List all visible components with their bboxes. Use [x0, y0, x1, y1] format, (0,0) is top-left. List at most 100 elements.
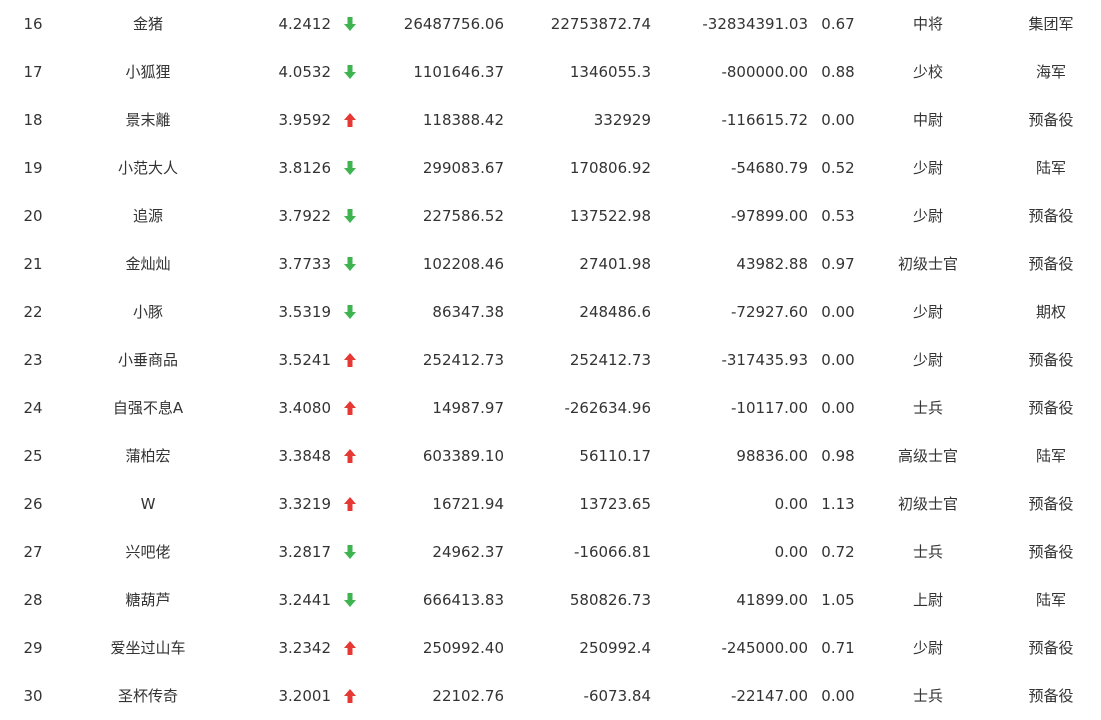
name-cell: 小垂商品	[117, 351, 178, 369]
table-row[interactable]: 29 爱坐过山车 3.2342 250992.40 250992.4 -245000.00…	[0, 624, 1101, 672]
rank-cell: 24	[23, 399, 43, 417]
ratio-cell: 0.72	[821, 543, 855, 561]
title-cell: 初级士官	[897, 255, 958, 273]
title-cell: 初级士官	[897, 495, 958, 513]
title-cell: 少尉	[912, 159, 943, 177]
value3-cell: -32834391.03	[702, 15, 808, 33]
table-row[interactable]: 18 景末離 3.9592 118388.42 332929 -116615.72 0.00…	[0, 96, 1101, 144]
table-row[interactable]: 22 小豚 3.5319 86347.38 248486.6 -72927.60 0.00 少…	[0, 288, 1101, 336]
table-row[interactable]: 19 小范大人 3.8126 299083.67 170806.92 -54680.79 0…	[0, 144, 1101, 192]
name-cell: 爱坐过山车	[110, 639, 186, 657]
value3-cell: -116615.72	[721, 111, 808, 129]
arrow-down-icon	[341, 192, 359, 240]
table-row[interactable]: 25 蒲柏宏 3.3848 603389.10 56110.17 98836.00 0.98…	[0, 432, 1101, 480]
ratio-cell: 0.00	[821, 687, 855, 705]
score-cell: 3.5241	[278, 351, 332, 369]
category-cell: 预备役	[1028, 399, 1074, 417]
name-cell: 追源	[132, 207, 163, 225]
rank-cell: 27	[23, 543, 43, 561]
category-cell: 预备役	[1028, 351, 1074, 369]
table-row[interactable]: 17 小狐狸 4.0532 1101646.37 1346055.3 -800000.00…	[0, 48, 1101, 96]
score-cell: 3.5319	[278, 303, 332, 321]
rank-cell: 26	[23, 495, 43, 513]
arrow-down-icon	[341, 0, 359, 48]
table-row[interactable]: 28 糖葫芦 3.2441 666413.83 580826.73 41899.00 1.0…	[0, 576, 1101, 624]
ratio-cell: 0.98	[821, 447, 855, 465]
table-row[interactable]: 26 W 3.3219 16721.94 13723.65 0.00 1.13 初级士官 预备役	[0, 480, 1101, 528]
value1-cell: 250992.40	[422, 639, 504, 657]
title-cell: 少校	[912, 63, 943, 81]
score-cell: 3.3219	[278, 495, 332, 513]
arrow-up-icon	[341, 480, 359, 528]
name-cell: 金灿灿	[125, 255, 171, 273]
value2-cell: 252412.73	[569, 351, 651, 369]
name-cell: 金猪	[132, 15, 163, 33]
score-cell: 3.2441	[278, 591, 332, 609]
value2-cell: 580826.73	[569, 591, 651, 609]
name-cell: 景末離	[125, 111, 171, 129]
value3-cell: -97899.00	[731, 207, 808, 225]
value2-cell: 27401.98	[579, 255, 651, 273]
value1-cell: 1101646.37	[413, 63, 504, 81]
value1-cell: 118388.42	[422, 111, 504, 129]
value2-cell: 13723.65	[579, 495, 651, 513]
title-cell: 中尉	[912, 111, 943, 129]
rank-cell: 16	[23, 15, 43, 33]
score-cell: 4.0532	[278, 63, 332, 81]
value3-cell: -800000.00	[721, 63, 808, 81]
table-row[interactable]: 16 金猪 4.2412 26487756.06 22753872.74 -3283439…	[0, 0, 1101, 48]
value3-cell: -245000.00	[721, 639, 808, 657]
arrow-up-icon	[341, 624, 359, 672]
category-cell: 陆军	[1035, 159, 1066, 177]
category-cell: 集团军	[1028, 15, 1074, 33]
value3-cell: -54680.79	[731, 159, 808, 177]
category-cell: 陆军	[1035, 591, 1066, 609]
value3-cell: -10117.00	[731, 399, 808, 417]
value1-cell: 26487756.06	[403, 15, 504, 33]
ratio-cell: 0.97	[821, 255, 855, 273]
value3-cell: -317435.93	[721, 351, 808, 369]
table-row[interactable]: 24 自强不息A 3.4080 14987.97 -262634.96 -10117.00…	[0, 384, 1101, 432]
rank-cell: 22	[23, 303, 43, 321]
value1-cell: 14987.97	[432, 399, 504, 417]
category-cell: 预备役	[1028, 111, 1074, 129]
category-cell: 预备役	[1028, 255, 1074, 273]
ratio-cell: 0.00	[821, 111, 855, 129]
title-cell: 中将	[912, 15, 943, 33]
title-cell: 士兵	[912, 543, 943, 561]
ratio-cell: 0.67	[821, 15, 855, 33]
title-cell: 高级士官	[897, 447, 958, 465]
value1-cell: 24962.37	[432, 543, 504, 561]
score-cell: 3.7922	[278, 207, 332, 225]
category-cell: 预备役	[1028, 687, 1074, 705]
value2-cell: 1346055.3	[569, 63, 651, 81]
rank-cell: 30	[23, 687, 43, 705]
table-row[interactable]: 30 圣杯传奇 3.2001 22102.76 -6073.84 -22147.00 0.0…	[0, 672, 1101, 720]
table-row[interactable]: 23 小垂商品 3.5241 252412.73 252412.73 -317435.93…	[0, 336, 1101, 384]
ratio-cell: 1.13	[821, 495, 855, 513]
value3-cell: -22147.00	[731, 687, 808, 705]
category-cell: 陆军	[1035, 447, 1066, 465]
table-row[interactable]: 27 兴吧佬 3.2817 24962.37 -16066.81 0.00 0.72 士兵 预备…	[0, 528, 1101, 576]
score-cell: 3.2342	[278, 639, 332, 657]
table-row[interactable]: 20 追源 3.7922 227586.52 137522.98 -97899.00 0.5…	[0, 192, 1101, 240]
value2-cell: -262634.96	[564, 399, 651, 417]
rank-cell: 23	[23, 351, 43, 369]
table-row[interactable]: 21 金灿灿 3.7733 102208.46 27401.98 43982.88 0.97…	[0, 240, 1101, 288]
title-cell: 少尉	[912, 351, 943, 369]
name-cell: 自强不息A	[112, 399, 184, 417]
name-cell: W	[140, 495, 156, 513]
value3-cell: 98836.00	[736, 447, 808, 465]
category-cell: 预备役	[1028, 639, 1074, 657]
value3-cell: 43982.88	[736, 255, 808, 273]
score-cell: 3.4080	[278, 399, 332, 417]
rank-cell: 17	[23, 63, 43, 81]
category-cell: 预备役	[1028, 207, 1074, 225]
arrow-down-icon	[341, 576, 359, 624]
value2-cell: 170806.92	[569, 159, 651, 177]
rank-cell: 25	[23, 447, 43, 465]
category-cell: 预备役	[1028, 495, 1074, 513]
title-cell: 上尉	[912, 591, 943, 609]
name-cell: 小豚	[132, 303, 163, 321]
ranking-table: 16 金猪 4.2412 26487756.06 22753872.74 -3283439…	[0, 0, 1101, 720]
